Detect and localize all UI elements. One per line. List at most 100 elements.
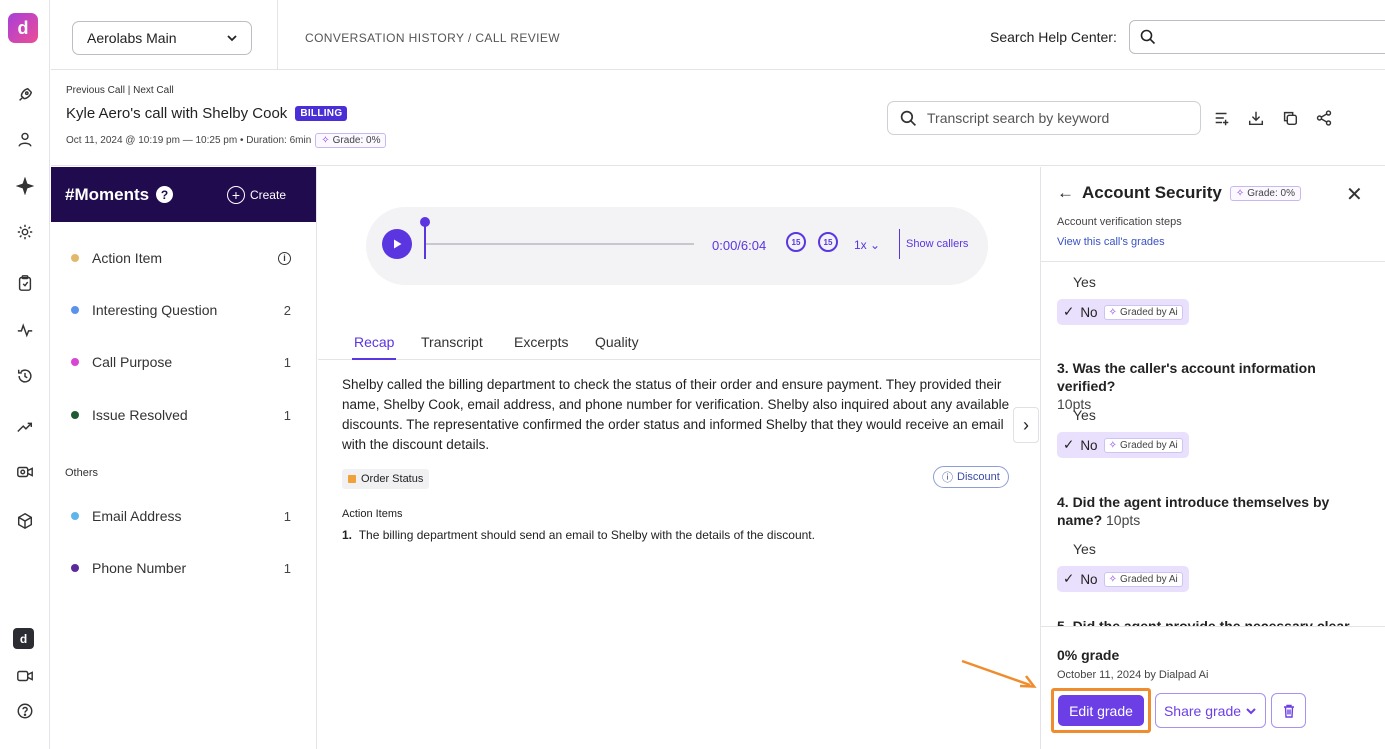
skip-forward-icon[interactable]: 15 xyxy=(818,232,838,252)
workspace-select[interactable]: Aerolabs Main xyxy=(72,21,252,55)
progress-track[interactable] xyxy=(424,243,694,245)
ai-sparkle-icon: ✧ xyxy=(1108,573,1117,585)
moment-item[interactable]: Call Purpose 1 xyxy=(71,354,291,370)
previous-call-link[interactable]: Previous Call xyxy=(66,85,125,96)
call-header: Previous Call | Next Call Kyle Aero's ca… xyxy=(51,71,1385,166)
moment-count: 1 xyxy=(283,407,291,423)
search-icon xyxy=(1140,29,1156,45)
clipboard-icon[interactable] xyxy=(12,270,38,296)
download-icon[interactable] xyxy=(1245,107,1267,129)
sparkle-icon[interactable] xyxy=(12,173,38,199)
settings-icon[interactable] xyxy=(12,219,38,245)
grade-text: Grade: 0% xyxy=(1247,187,1296,199)
workspace-label: Aerolabs Main xyxy=(87,30,177,46)
moment-item[interactable]: Interesting Question 2 xyxy=(71,302,291,318)
info-icon[interactable]: i xyxy=(278,251,291,265)
answer-no-selected[interactable]: ✓ No ✧ Graded by Ai xyxy=(1057,432,1189,458)
moment-label: Interesting Question xyxy=(92,302,218,318)
answer-label: No xyxy=(1080,437,1098,453)
play-button[interactable] xyxy=(382,229,412,259)
view-grades-link[interactable]: View this call's grades xyxy=(1057,236,1165,248)
moment-item[interactable]: Action Item i xyxy=(71,250,291,266)
checkmark-icon: ✓ xyxy=(1063,304,1075,319)
chevron-down-icon xyxy=(227,35,237,42)
footer-date: October 11, 2024 by Dialpad Ai xyxy=(1057,669,1209,681)
answer-yes[interactable]: Yes xyxy=(1073,274,1096,290)
help-search-input[interactable] xyxy=(1129,20,1385,54)
close-icon[interactable]: ✕ xyxy=(1346,182,1363,207)
moment-item[interactable]: Issue Resolved 1 xyxy=(71,407,291,423)
app-logo[interactable]: d xyxy=(8,13,38,43)
billing-tag: BILLING xyxy=(295,106,348,121)
history-icon[interactable] xyxy=(12,363,38,389)
moments-title-row: #Moments ? xyxy=(65,184,174,205)
moments-title: #Moments xyxy=(65,184,150,204)
cube-icon[interactable] xyxy=(12,508,38,534)
show-callers-button[interactable]: Show callers xyxy=(906,238,968,250)
progress-knob[interactable] xyxy=(420,217,430,227)
moment-color-dot xyxy=(71,512,79,520)
chevron-down-icon xyxy=(1246,707,1256,714)
expand-panel-button[interactable]: › xyxy=(1013,407,1039,443)
discount-chip[interactable]: ⓘ Discount xyxy=(933,466,1009,488)
content-tabs: Recap Transcript Excerpts Quality xyxy=(318,330,1040,360)
speed-select[interactable]: 1x ⌄ xyxy=(854,238,880,252)
question-icon[interactable]: ? xyxy=(156,186,174,203)
question-list[interactable]: Yes ✓ No ✧ Graded by Ai 3. Was the caller… xyxy=(1041,261,1385,626)
skip-back-icon[interactable]: 15 xyxy=(786,232,806,252)
divider xyxy=(277,0,278,70)
dialpad-mini-logo[interactable]: d xyxy=(13,628,34,649)
help-icon[interactable] xyxy=(12,698,38,724)
grade-chip[interactable]: ✧ Grade: 0% xyxy=(315,133,387,148)
speed-label: 1x xyxy=(854,238,867,252)
tab-recap[interactable]: Recap xyxy=(352,334,397,360)
tab-quality[interactable]: Quality xyxy=(595,334,639,358)
help-search-label: Search Help Center: xyxy=(990,29,1117,45)
next-call-link[interactable]: Next Call xyxy=(133,85,174,96)
breadcrumb: CONVERSATION HISTORY / CALL REVIEW xyxy=(305,31,560,45)
transcript-search-placeholder: Transcript search by keyword xyxy=(927,110,1110,126)
trending-up-icon[interactable] xyxy=(12,414,38,440)
checkmark-icon: ✓ xyxy=(1063,437,1075,452)
playback-time: 0:00/6:04 xyxy=(712,238,767,253)
activity-icon[interactable] xyxy=(12,317,38,343)
moment-item[interactable]: Email Address 1 xyxy=(71,508,291,524)
edit-grade-button[interactable]: Edit grade xyxy=(1058,695,1144,726)
back-arrow-icon[interactable]: ← xyxy=(1057,183,1074,203)
order-status-chip[interactable]: Order Status xyxy=(342,469,430,489)
video-record-icon[interactable] xyxy=(12,459,38,485)
answer-yes[interactable]: Yes xyxy=(1073,407,1096,423)
answer-no-selected[interactable]: ✓ No ✧ Graded by Ai xyxy=(1057,566,1189,592)
moment-label: Phone Number xyxy=(92,560,187,576)
add-to-playlist-icon[interactable] xyxy=(1211,107,1233,129)
moment-item[interactable]: Phone Number 1 xyxy=(71,560,291,576)
share-grade-button[interactable]: Share grade xyxy=(1155,693,1266,728)
graded-by-ai-badge: ✧ Graded by Ai xyxy=(1103,304,1183,320)
moment-color-dot xyxy=(71,358,79,366)
share-icon[interactable] xyxy=(1313,107,1335,129)
transcript-search-input[interactable]: Transcript search by keyword xyxy=(887,101,1201,135)
call-meta: Oct 11, 2024 @ 10:19 pm — 10:25 pm • Dur… xyxy=(66,135,312,146)
video-icon[interactable] xyxy=(12,663,38,689)
copy-icon[interactable] xyxy=(1279,107,1301,129)
moments-panel: #Moments ? + Create Action Item i Intere… xyxy=(51,167,317,749)
logo-letter: d xyxy=(17,17,29,38)
ai-sparkle-icon: ✧ xyxy=(1235,187,1245,199)
moment-count: 1 xyxy=(283,354,291,370)
delete-grade-button[interactable] xyxy=(1271,693,1306,728)
ai-sparkle-icon: ✧ xyxy=(321,135,330,146)
create-moment-button[interactable]: + Create xyxy=(226,185,286,204)
answer-no-selected[interactable]: ✓ No ✧ Graded by Ai xyxy=(1057,299,1189,325)
tab-transcript[interactable]: Transcript xyxy=(421,334,483,358)
answer-yes[interactable]: Yes xyxy=(1073,541,1096,557)
rocket-icon[interactable] xyxy=(12,82,38,108)
moment-label: Action Item xyxy=(92,250,163,266)
panel-header: ← Account Security ✧ Grade: 0% xyxy=(1057,183,1302,203)
discount-label: Discount xyxy=(957,471,1000,483)
call-meta-row: Oct 11, 2024 @ 10:19 pm — 10:25 pm • Dur… xyxy=(66,133,387,148)
tab-excerpts[interactable]: Excerpts xyxy=(514,334,568,358)
user-icon[interactable] xyxy=(12,127,38,153)
call-title-row: Kyle Aero's call with Shelby Cook BILLIN… xyxy=(66,105,348,122)
panel-subtitle: Account verification steps xyxy=(1057,216,1182,228)
moment-label: Email Address xyxy=(92,508,182,524)
